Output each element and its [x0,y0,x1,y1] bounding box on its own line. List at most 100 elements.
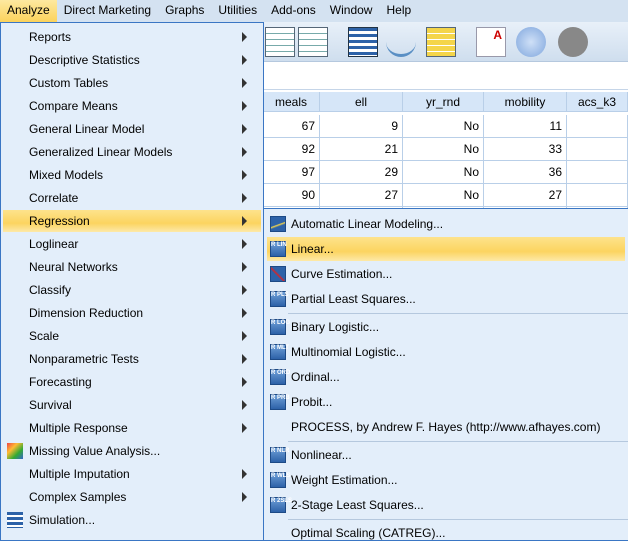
menu-item-label: Weight Estimation... [291,473,398,487]
menu-item-linear[interactable]: R LIN Linear... [267,237,625,261]
menu-item-neural-networks[interactable]: Neural Networks [3,256,261,278]
menu-item-multiple-response[interactable]: Multiple Response [3,417,261,439]
menu-item-label: General Linear Model [29,122,145,136]
data-cell[interactable]: 21 [320,138,403,161]
menu-item-survival[interactable]: Survival [3,394,261,416]
data-cell[interactable]: 9 [320,115,403,138]
menu-item-curve-estimation[interactable]: Curve Estimation... [267,262,625,286]
simulation-icon [7,512,23,528]
menu-item-partial-least-squares[interactable]: R PLS Partial Least Squares... [267,287,625,311]
missing-value-icon [7,443,23,459]
menu-item-label: Loglinear [29,237,79,251]
menu-item-label: Nonlinear... [291,448,352,462]
data-cell[interactable]: 97 [263,161,320,184]
menu-utilities[interactable]: Utilities [211,0,264,22]
menu-item-process-by-andrew-f-hayes-http-www-afhayes-com[interactable]: PROCESS, by Andrew F. Hayes (http://www.… [267,415,625,439]
menu-item-generalized-linear-models[interactable]: Generalized Linear Models [3,141,261,163]
menu-item-custom-tables[interactable]: Custom Tables [3,72,261,94]
menu-item-automatic-linear-modeling[interactable]: Automatic Linear Modeling... [267,212,625,236]
menu-item-complex-samples[interactable]: Complex Samples [3,486,261,508]
menu-item-nonparametric-tests[interactable]: Nonparametric Tests [3,348,261,370]
data-cell[interactable]: 27 [484,184,567,207]
column-header-ell[interactable]: ell [320,92,403,112]
menu-item-weight-estimation[interactable]: R WLS Weight Estimation... [267,468,625,492]
menu-item-compare-means[interactable]: Compare Means [3,95,261,117]
data-cell[interactable]: No [403,161,484,184]
column-header-mobility[interactable]: mobility [484,92,567,112]
menu-item-simulation[interactable]: Simulation... [3,509,261,531]
data-cell[interactable]: 11 [484,115,567,138]
menu-help[interactable]: Help [379,0,418,22]
menu-item-probit[interactable]: R PRB Probit... [267,390,625,414]
table-row: 90 27 No 27 [263,184,628,207]
menu-item-label: Multiple Response [29,421,128,435]
menu-item-multiple-imputation[interactable]: Multiple Imputation [3,463,261,485]
data-cell[interactable]: 90 [263,184,320,207]
menu-item-label: PROCESS, by Andrew F. Hayes (http://www.… [291,420,601,434]
data-cell[interactable]: No [403,115,484,138]
menu-graphs[interactable]: Graphs [158,0,211,22]
weight-cases-icon[interactable] [386,27,416,57]
submenu-arrow-icon [242,423,247,433]
menu-item-regression[interactable]: Regression [3,210,261,232]
menu-item-missing-value-analysis[interactable]: Missing Value Analysis... [3,440,261,462]
data-cell[interactable] [567,184,628,207]
nonlinear-icon: R NLR [270,447,289,463]
menu-item-forecasting[interactable]: Forecasting [3,371,261,393]
menu-item-label: Automatic Linear Modeling... [291,217,444,231]
column-header-acs-k3[interactable]: acs_k3 [567,92,628,112]
menu-item-dimension-reduction[interactable]: Dimension Reduction [3,302,261,324]
menu-window[interactable]: Window [323,0,380,22]
menu-item-ordinal[interactable]: R ORD Ordinal... [267,365,625,389]
menu-item-label: Ordinal... [291,370,340,384]
menu-item-label: Scale [29,329,60,343]
submenu-arrow-icon [242,55,247,65]
menu-item-descriptive-statistics[interactable]: Descriptive Statistics [3,49,261,71]
menu-item-2-stage-least-squares[interactable]: R 2SLS 2-Stage Least Squares... [267,493,625,517]
data-cell[interactable]: 33 [484,138,567,161]
submenu-arrow-icon [242,170,247,180]
column-header-meals[interactable]: meals [263,92,320,112]
menu-item-label: Dimension Reduction [29,306,144,320]
data-cell[interactable]: 27 [320,184,403,207]
data-cell[interactable]: No [403,138,484,161]
data-cell[interactable] [567,115,628,138]
2sls-icon: R 2SLS [270,497,292,513]
data-cell[interactable] [567,161,628,184]
variables-icon[interactable] [298,27,328,57]
menu-analyze[interactable]: Analyze [0,0,57,22]
menu-item-label: 2-Stage Least Squares... [291,498,424,512]
data-cell[interactable]: 29 [320,161,403,184]
menu-item-general-linear-model[interactable]: General Linear Model [3,118,261,140]
submenu-arrow-icon [242,262,247,272]
select-cases-icon[interactable] [426,27,456,57]
split-file-icon[interactable] [348,27,378,57]
data-cell[interactable]: 92 [263,138,320,161]
menu-item-reports[interactable]: Reports [3,26,261,48]
menu-item-loglinear[interactable]: Loglinear [3,233,261,255]
menu-item-nonlinear[interactable]: R NLR Nonlinear... [267,443,625,467]
menu-item-multinomial-logistic[interactable]: R MLT Multinomial Logistic... [267,340,625,364]
column-header-yr-rnd[interactable]: yr_rnd [403,92,484,112]
data-cell[interactable]: 67 [263,115,320,138]
menu-item-mixed-models[interactable]: Mixed Models [3,164,261,186]
probit-icon: R PRB [270,394,290,410]
submenu-arrow-icon [242,492,247,502]
menu-direct-marketing[interactable]: Direct Marketing [57,0,158,22]
cell-editor-bar[interactable] [263,62,628,90]
menu-item-optimal-scaling-catreg[interactable]: Optimal Scaling (CATREG)... [267,521,625,545]
menu-item-binary-logistic[interactable]: R LOG Binary Logistic... [267,315,625,339]
show-all-variables-icon[interactable] [558,27,588,57]
menu-item-classify[interactable]: Classify [3,279,261,301]
data-cell[interactable]: 36 [484,161,567,184]
linear-regression-icon: R LIN [270,241,287,257]
menu-item-scale[interactable]: Scale [3,325,261,347]
value-labels-icon[interactable]: A [476,27,506,57]
menu-item-label: Binary Logistic... [291,320,380,334]
menu-add-ons[interactable]: Add-ons [264,0,323,22]
data-cell[interactable]: No [403,184,484,207]
recall-dialog-icon[interactable] [265,27,295,57]
data-cell[interactable] [567,138,628,161]
use-sets-icon[interactable] [516,27,546,57]
menu-item-correlate[interactable]: Correlate [3,187,261,209]
